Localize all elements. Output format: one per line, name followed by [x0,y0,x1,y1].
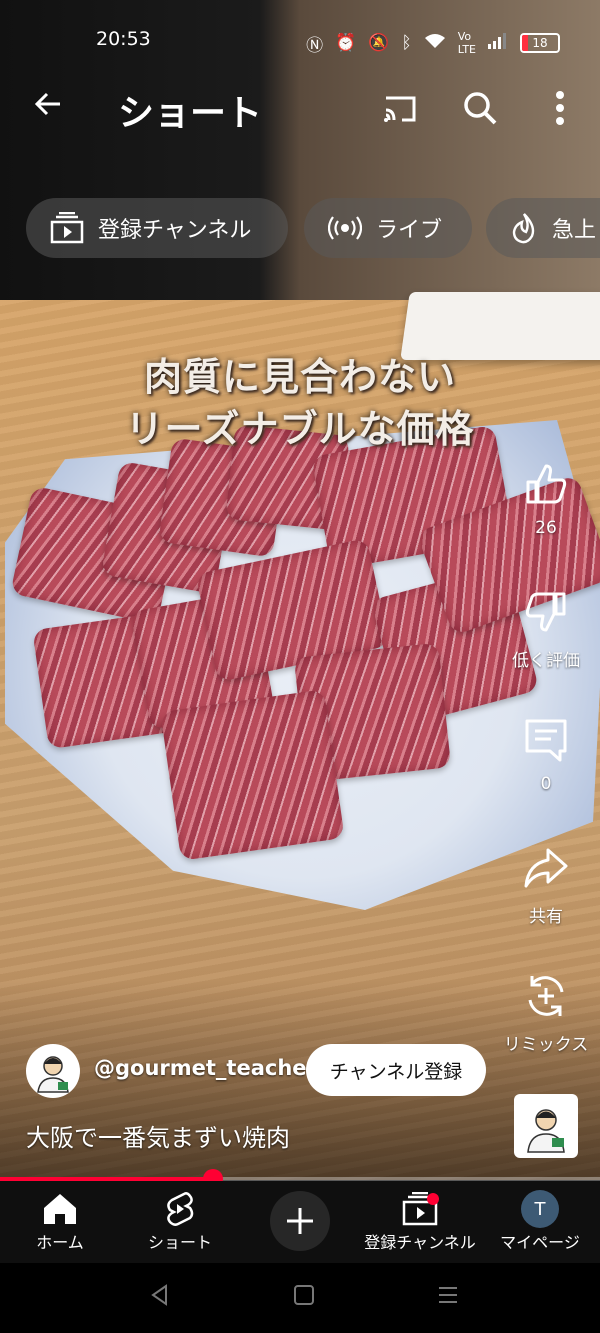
nav-home-label: ホーム [36,1233,84,1252]
channel-handle[interactable]: @gourmet_teacher [94,1056,317,1080]
comments-button[interactable]: 0 [492,716,600,794]
volte-icon: Vo LTE [457,30,476,56]
cast-icon[interactable] [380,88,420,128]
chip-trending[interactable]: 急上 [486,198,600,258]
battery-icon: 18 [520,33,560,53]
video-caption[interactable]: 大阪で一番気まずい焼肉 [26,1118,290,1153]
nfc-icon: Ⓝ [306,35,324,56]
wifi-icon [424,33,446,54]
share-button[interactable]: 共有 [492,844,600,927]
system-home-icon[interactable] [284,1283,324,1313]
dislike-button[interactable]: 低く評価 [492,588,600,671]
plus-icon [287,1208,313,1234]
comment-count: 0 [540,774,552,794]
dislike-label: 低く評価 [512,651,580,671]
meat-slice [160,689,345,861]
home-icon [0,1189,120,1229]
system-nav-bar [0,1263,600,1333]
trending-icon [510,212,538,244]
nav-subscriptions[interactable]: 登録チャンネル [360,1189,480,1253]
chip-live[interactable]: ライブ [304,198,472,258]
subscriptions-icon [50,212,84,244]
search-icon[interactable] [460,88,500,128]
remix-icon [528,976,564,1016]
back-arrow-icon[interactable] [28,86,68,126]
chip-label: ライブ [376,218,443,243]
thumb-up-icon [526,464,567,504]
share-label: 共有 [529,907,563,927]
signal-icon [488,32,508,54]
nav-shorts[interactable]: ショート [120,1189,240,1253]
nav-mypage[interactable]: T マイページ [480,1189,600,1253]
remix-button[interactable]: リミックス [492,972,600,1055]
remix-label: リミックス [503,1035,589,1055]
notification-dot [427,1193,439,1205]
video-overlay-line2: リーズナブルな価格 [125,407,475,451]
share-icon [524,848,568,888]
system-back-icon[interactable] [140,1283,180,1313]
nav-subscriptions-label: 登録チャンネル [364,1233,476,1252]
chip-label: 急上 [552,218,597,243]
bottom-nav: ホーム ショート 登録チャンネル T マイページ [0,1181,600,1263]
comment-icon [525,719,567,762]
status-time: 20:53 [96,28,151,50]
sound-thumbnail[interactable] [514,1094,578,1158]
subscriptions-icon [360,1189,480,1229]
like-count: 26 [535,518,557,538]
live-icon [328,214,362,242]
thumb-down-icon [525,592,566,632]
nav-home[interactable]: ホーム [0,1189,120,1253]
alarm-icon: ⏰ [335,33,357,53]
video-overlay-line1: 肉質に見合わない [143,355,456,399]
mute-icon: 🔕 [368,33,390,53]
status-icons: Ⓝ ⏰ 🔕 ᛒ Vo LTE 18 [306,30,560,56]
chip-label: 登録チャンネル [98,218,252,243]
nav-mypage-label: マイページ [500,1233,580,1252]
user-avatar: T [521,1190,559,1228]
nav-shorts-label: ショート [147,1233,212,1252]
shorts-icon [120,1189,240,1229]
bluetooth-icon: ᛒ [401,33,412,53]
status-bar: 20:53 Ⓝ ⏰ 🔕 ᛒ Vo LTE 18 [0,24,600,60]
filter-chips: 登録チャンネル ライブ 急上 [26,198,600,260]
top-app-bar: ショート [0,80,600,136]
like-button[interactable]: 26 [492,460,600,538]
channel-avatar[interactable] [26,1044,80,1098]
page-title: ショート [118,93,263,134]
chip-subscriptions[interactable]: 登録チャンネル [26,198,288,258]
subscribe-button[interactable]: チャンネル登録 [306,1044,486,1096]
system-recents-icon[interactable] [428,1283,468,1313]
create-button[interactable] [270,1191,330,1251]
more-vert-icon[interactable] [540,88,580,128]
